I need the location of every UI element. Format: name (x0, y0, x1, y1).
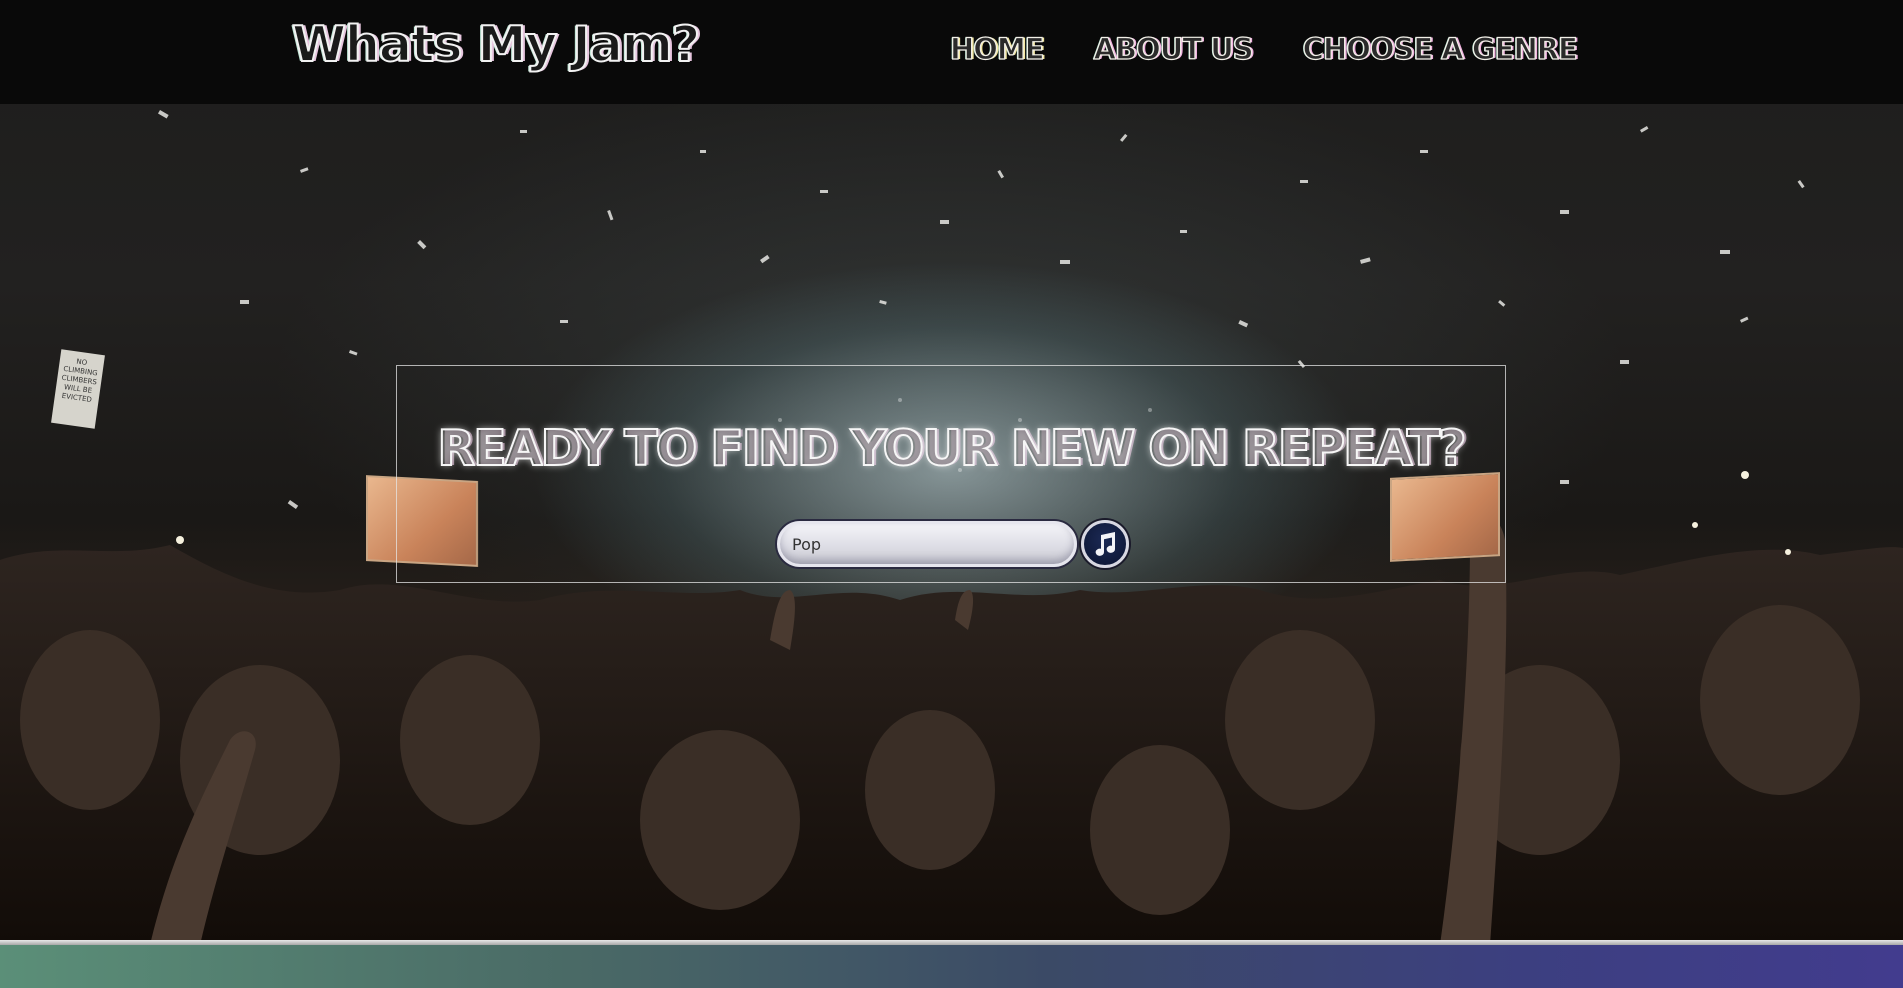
music-note-icon (1095, 532, 1116, 556)
genre-search-input[interactable] (777, 521, 1077, 567)
site-header: Whats My Jam? HOME ABOUT US CHOOSE A GEN… (0, 0, 1903, 104)
nav-about-us-link[interactable]: ABOUT US (1093, 31, 1254, 66)
page: NO CLIMBING CLIMBERS WILL BE EVICTED Wha… (0, 0, 1903, 988)
main-nav: HOME ABOUT US CHOOSE A GENRE (949, 31, 1578, 66)
search-submit-button[interactable] (1081, 520, 1129, 568)
site-logo[interactable]: Whats My Jam? (291, 15, 701, 74)
nav-home-link[interactable]: HOME (949, 31, 1045, 66)
nav-choose-genre-link[interactable]: CHOOSE A GENRE (1302, 31, 1578, 66)
footer-gradient-band (0, 945, 1903, 988)
hero-headline: READY TO FIND YOUR NEW ON REPEAT? (436, 419, 1467, 478)
search-panel: READY TO FIND YOUR NEW ON REPEAT? (396, 365, 1506, 583)
